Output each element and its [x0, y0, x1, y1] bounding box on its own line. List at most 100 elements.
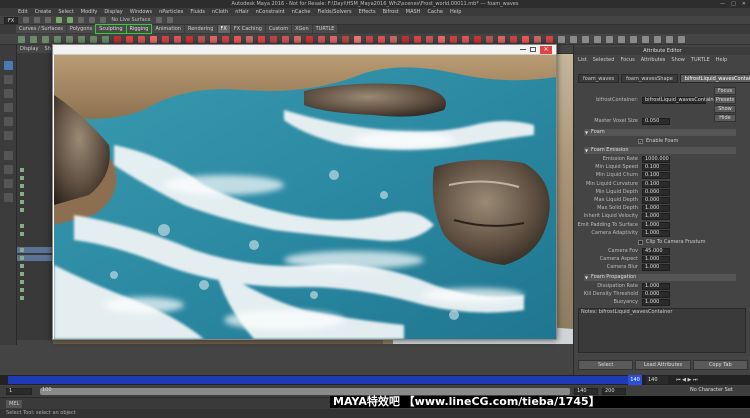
outliner-row[interactable] [17, 231, 53, 237]
shelf-tool-icon[interactable] [510, 36, 517, 43]
outliner-row[interactable] [17, 199, 53, 205]
section-foam[interactable]: Foam [584, 129, 736, 136]
outliner-row[interactable] [17, 191, 53, 197]
menu-item-fieldssolvers[interactable]: Fields/Solvers [317, 8, 351, 16]
attr-value-field[interactable]: 1.000 [642, 229, 670, 237]
close-icon[interactable]: ✕ [540, 46, 552, 54]
menu-item-nhair[interactable]: nHair [235, 8, 248, 16]
shelf-tool-icon[interactable] [210, 36, 217, 43]
attr-value-field[interactable]: 1.000 [642, 299, 670, 307]
outliner-layout-icon[interactable] [4, 193, 13, 202]
attr-value-field[interactable]: 1.000 [642, 221, 670, 229]
section-foam-propagation[interactable]: Foam Propagation [584, 274, 736, 281]
snap-grid-icon[interactable] [78, 17, 85, 23]
layout-four-icon[interactable] [4, 165, 13, 174]
shelf-tool-icon[interactable] [90, 36, 97, 43]
render-icon[interactable] [155, 17, 162, 23]
select-hierarchy-icon[interactable] [56, 17, 63, 23]
menu-item-nconstraint[interactable]: nConstraint [256, 8, 285, 16]
shelf-tool-icon[interactable] [66, 36, 73, 43]
snap-curve-icon[interactable] [89, 17, 96, 23]
shelf-tool-icon[interactable] [414, 36, 421, 43]
playback-controls[interactable]: ⏮ ◀ ▶ ⏭ [676, 376, 697, 384]
shelf-tab-animation[interactable]: Animation [152, 25, 184, 33]
menu-item-fluids[interactable]: Fluids [190, 8, 205, 16]
menu-item-display[interactable]: Display [104, 8, 122, 16]
shelf-tool-icon[interactable] [618, 36, 625, 43]
shelf-tab-sculpting[interactable]: Sculpting [95, 24, 127, 34]
menu-item-mash[interactable]: MASH [406, 8, 421, 16]
shelf-tool-icon[interactable] [318, 36, 325, 43]
attr-value-field[interactable]: 0.100 [642, 164, 670, 172]
shelf-tool-icon[interactable] [186, 36, 193, 43]
layout-single-icon[interactable] [4, 151, 13, 160]
shelf-tool-icon[interactable] [18, 36, 25, 43]
outliner-row[interactable] [17, 287, 53, 293]
shelf-tool-icon[interactable] [462, 36, 469, 43]
outliner-row-selected[interactable] [17, 255, 53, 261]
attr-value-field[interactable]: 0.000 [642, 197, 670, 204]
shelf-tool-icon[interactable] [438, 36, 445, 43]
shelf-tab-rendering[interactable]: Rendering [184, 25, 217, 33]
show-button[interactable]: Show [714, 105, 736, 113]
shelf-tool-icon[interactable] [258, 36, 265, 43]
menu-item-cache[interactable]: Cache [427, 8, 443, 16]
select-object-icon[interactable] [67, 17, 74, 23]
playback-end-field[interactable]: 200 [602, 388, 626, 395]
clip-camera-checkbox[interactable] [638, 240, 643, 245]
shelf-tab-rigging[interactable]: Rigging [125, 24, 153, 34]
ae-tab-2[interactable]: bifrostLiquid_wavesContainer [679, 74, 750, 83]
shelf-tool-icon[interactable] [642, 36, 649, 43]
shelf-tool-icon[interactable] [390, 36, 397, 43]
range-end-field[interactable]: 140 [574, 388, 598, 395]
shelf-tool-icon[interactable] [582, 36, 589, 43]
close-icon[interactable]: ✕ [742, 0, 746, 8]
ae-menu-selected[interactable]: Selected [593, 56, 615, 64]
shelf-tool-icon[interactable] [426, 36, 433, 43]
minimize-icon[interactable]: — [720, 0, 725, 8]
outliner-show-menu[interactable]: Sh [44, 45, 50, 53]
shelf-tool-icon[interactable] [234, 36, 241, 43]
time-slider[interactable]: 140 140 ⏮ ◀ ▶ ⏭ [0, 375, 750, 385]
shelf-tool-icon[interactable] [78, 36, 85, 43]
shelf-tool-icon[interactable] [150, 36, 157, 43]
shelf-tool-icon[interactable] [54, 36, 61, 43]
attr-value-field[interactable]: 1.000 [642, 205, 670, 213]
shelf-tool-icon[interactable] [294, 36, 301, 43]
presets-button[interactable]: Presets [714, 96, 736, 104]
shelf-tool-icon[interactable] [330, 36, 337, 43]
shelf-tool-icon[interactable] [474, 36, 481, 43]
outliner-row[interactable] [17, 175, 53, 181]
attr-value-field[interactable]: 0.100 [642, 180, 670, 188]
ae-copy-tab-button[interactable]: Copy Tab [692, 360, 748, 370]
ae-select-button[interactable]: Select [578, 360, 634, 370]
menu-item-select[interactable]: Select [58, 8, 73, 16]
command-line[interactable]: MEL [0, 397, 330, 409]
current-frame-marker[interactable]: 140 [628, 375, 642, 385]
shelf-tool-icon[interactable] [522, 36, 529, 43]
snap-point-icon[interactable] [100, 17, 107, 23]
shelf-tool-icon[interactable] [162, 36, 169, 43]
shelf-tool-icon[interactable] [138, 36, 145, 43]
shelf-tool-icon[interactable] [546, 36, 553, 43]
new-scene-icon[interactable] [23, 17, 30, 23]
attr-value-field[interactable]: 1000.000 [642, 156, 670, 163]
outliner-row[interactable] [17, 295, 53, 301]
ae-menu-turtle[interactable]: TURTLE [691, 56, 710, 64]
outliner-row-selected[interactable] [17, 247, 53, 253]
shelf-tool-icon[interactable] [222, 36, 229, 43]
menu-item-create[interactable]: Create [35, 8, 52, 16]
focus-button[interactable]: Focus [714, 87, 736, 95]
shelf-tool-icon[interactable] [606, 36, 613, 43]
shelf-tab-xgen[interactable]: XGen [292, 25, 312, 33]
shelf-tool-icon[interactable] [174, 36, 181, 43]
notes-area[interactable]: Notes: bifrostLiquid_wavesContainer [578, 308, 746, 353]
menu-item-modify[interactable]: Modify [81, 8, 98, 16]
outliner-row[interactable] [17, 167, 53, 173]
shelf-tool-icon[interactable] [534, 36, 541, 43]
shelf-tool-icon[interactable] [666, 36, 673, 43]
shelf-tool-icon[interactable] [30, 36, 37, 43]
attr-value-field[interactable]: 0.000 [642, 291, 670, 299]
maximize-icon[interactable]: □ [731, 0, 736, 8]
current-frame-field[interactable]: 140 [646, 376, 668, 384]
